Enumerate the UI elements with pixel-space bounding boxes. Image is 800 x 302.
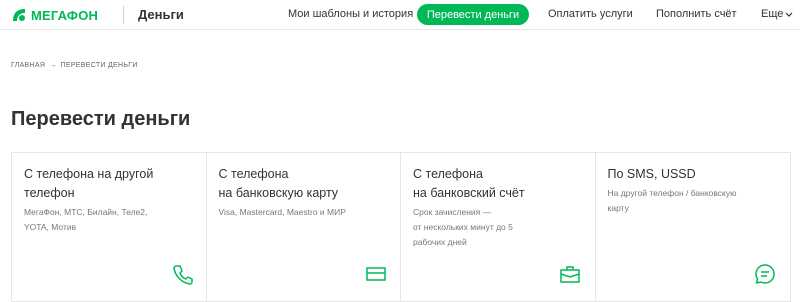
card-phone-to-bank-account[interactable]: С телефона на банковский счёт Срок зачис… — [401, 153, 596, 301]
top-header: МЕГАФОН Деньги Мои шаблоны и история Пер… — [0, 0, 800, 30]
nav-pay-services[interactable]: Оплатить услуги — [548, 8, 633, 20]
card-title-line: С телефона — [413, 167, 483, 181]
card-description-line: карту — [607, 203, 629, 213]
breadcrumb-separator: → — [49, 62, 57, 69]
transfer-options: С телефона на другой телефон МегаФон, МТ… — [11, 152, 791, 302]
card-title: С телефона на другой телефон — [24, 165, 194, 203]
section-title[interactable]: Деньги — [138, 7, 184, 22]
card-title-line: С телефона — [218, 167, 289, 181]
megafon-logo-icon — [13, 9, 25, 21]
card-description: МегаФон, МТС, Билайн, Теле2, YOTA, Мотив — [24, 205, 194, 235]
card-description-line: Срок зачисления — — [413, 207, 492, 217]
card-description-line: от нескольких минут до 5 — [413, 222, 513, 232]
page-title: Перевести деньги — [11, 108, 191, 130]
card-description-line: На другой телефон / банковскую — [607, 188, 737, 198]
card-title-line: на банковскую карту — [218, 186, 339, 200]
card-description: Visa, Mastercard, Maestro и МИР — [219, 205, 389, 220]
breadcrumb-home[interactable]: ГЛАВНАЯ — [11, 62, 45, 69]
card-title-line: С телефона на другой — [24, 167, 154, 181]
card-description: Срок зачисления — от нескольких минут до… — [413, 205, 583, 250]
logo-text: МЕГАФОН — [31, 7, 99, 23]
card-description-line: МегаФон, МТС, Билайн, Теле2, — [24, 207, 148, 217]
card-title: По SMS, USSD — [608, 165, 778, 184]
nav-transfer-money[interactable]: Перевести деньги — [417, 4, 529, 25]
logo-divider — [123, 6, 124, 24]
megafon-logo[interactable]: МЕГАФОН — [11, 6, 98, 24]
card-title: С телефона на банковскую карту — [219, 165, 389, 203]
card-phone-to-bank-card[interactable]: С телефона на банковскую карту Visa, Mas… — [207, 153, 401, 301]
card-description-line: рабочих дней — [413, 237, 467, 247]
chevron-down-icon[interactable] — [785, 12, 793, 17]
card-description-line: Visa, Mastercard, Maestro и МИР — [218, 207, 346, 217]
chat-bubble-icon — [754, 264, 775, 284]
card-title-line: на банковский счёт — [413, 186, 525, 200]
nav-templates-history[interactable]: Мои шаблоны и история — [288, 8, 413, 20]
card-description: На другой телефон / банковскую карту — [608, 186, 778, 216]
bank-card-icon — [365, 267, 386, 281]
card-title: С телефона на банковский счёт — [413, 165, 583, 203]
nav-more[interactable]: Еще — [761, 8, 783, 20]
card-phone-to-phone[interactable]: С телефона на другой телефон МегаФон, МТ… — [12, 153, 207, 301]
breadcrumb: ГЛАВНАЯ → ПЕРЕВЕСТИ ДЕНЬГИ — [11, 62, 138, 69]
phone-icon — [173, 265, 193, 285]
card-title-line: По SMS, USSD — [607, 167, 696, 181]
card-description-line: YOTA, Мотив — [24, 222, 77, 232]
briefcase-icon — [560, 266, 580, 283]
card-title-line: телефон — [24, 186, 75, 200]
breadcrumb-current: ПЕРЕВЕСТИ ДЕНЬГИ — [60, 62, 138, 69]
nav-top-up[interactable]: Пополнить счёт — [656, 8, 737, 20]
card-sms-ussd[interactable]: По SMS, USSD На другой телефон / банковс… — [596, 153, 791, 301]
